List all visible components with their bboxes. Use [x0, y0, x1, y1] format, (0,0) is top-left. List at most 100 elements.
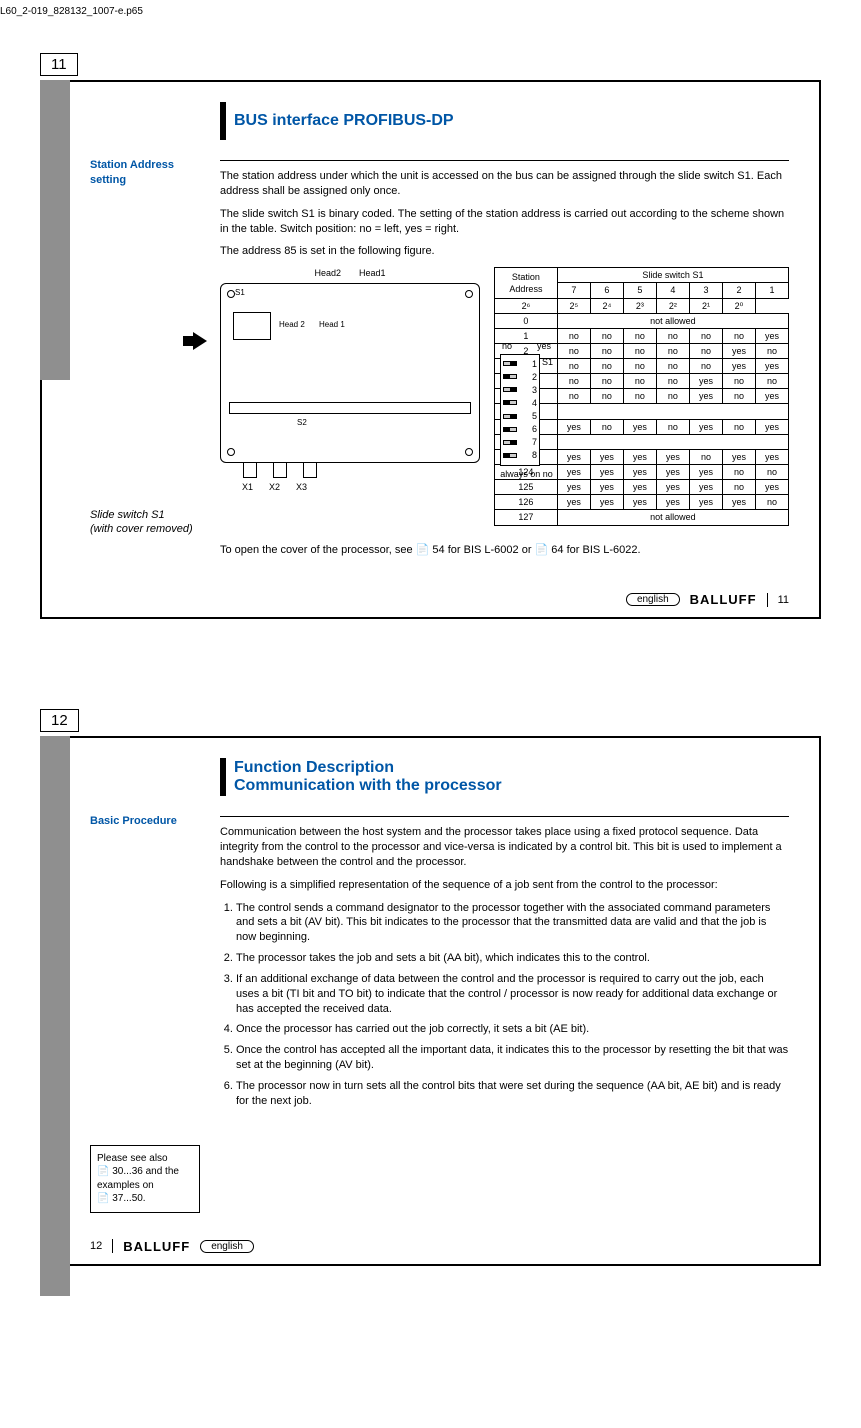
table-cell: yes — [656, 465, 689, 480]
connector-icon — [303, 462, 317, 478]
table-cell: yes — [656, 449, 689, 464]
body-text: Communication between the host system an… — [220, 814, 789, 1115]
table-cell: no — [623, 328, 656, 343]
paragraph: The address 85 is set in the following f… — [220, 244, 789, 259]
table-cell: no — [557, 343, 590, 358]
table-cell: no — [656, 374, 689, 389]
table-cell: no — [755, 343, 788, 358]
table-cell: no — [755, 374, 788, 389]
connector-icon — [243, 462, 257, 478]
list-item: The control sends a command designator t… — [236, 901, 789, 946]
table-cell: no — [656, 419, 689, 434]
table-cell: no — [623, 359, 656, 374]
page-footer: english BALLUFF 11 — [42, 586, 819, 617]
table-cell: no — [623, 374, 656, 389]
table-cell: no — [623, 389, 656, 404]
table-cell: no — [722, 389, 755, 404]
page-title: Function Description — [234, 759, 502, 777]
figure-caption: Slide switch S1 (with cover removed) — [90, 508, 220, 538]
connector-label: X1 — [242, 481, 253, 493]
table-cell: yes — [689, 374, 722, 389]
list-item: The processor now in turn sets all the c… — [236, 1079, 789, 1109]
screw-icon — [227, 448, 235, 456]
list-item: Once the control has accepted all the im… — [236, 1043, 789, 1073]
see-also-note: Please see also 📄 30...36 and the exampl… — [90, 1145, 200, 1213]
paragraph: The station address under which the unit… — [220, 169, 789, 199]
page-subtitle: Communication with the processor — [234, 777, 502, 795]
table-cell: yes — [557, 419, 590, 434]
footer-page-num: 12 — [90, 1240, 102, 1252]
table-header: 5 — [623, 283, 656, 298]
screw-icon — [465, 290, 473, 298]
table-cell: no — [656, 389, 689, 404]
fig-label: S1 — [235, 288, 245, 299]
connector-label: X2 — [269, 481, 280, 493]
table-header: 2⁰ — [722, 298, 755, 313]
table-header: 2¹ — [689, 298, 722, 313]
table-cell: no — [722, 480, 755, 495]
section-side-label: Basic Procedure — [90, 814, 220, 1115]
table-cell: yes — [689, 389, 722, 404]
table-cell: yes — [689, 465, 722, 480]
table-cell: no — [590, 374, 623, 389]
list-item: The processor takes the job and sets a b… — [236, 951, 789, 966]
table-cell: yes — [590, 480, 623, 495]
page-12: Function Description Communication with … — [40, 736, 821, 1266]
table-cell: 125 — [495, 480, 558, 495]
page-number-tab: 12 — [40, 709, 79, 732]
table-cell: no — [722, 374, 755, 389]
note-text: To open the cover of the processor, see … — [220, 543, 789, 558]
table-cell: yes — [689, 419, 722, 434]
table-header: 3 — [689, 283, 722, 298]
table-header: Station Address — [495, 268, 558, 298]
fig-label: Head1 — [359, 267, 386, 279]
table-cell: no — [590, 359, 623, 374]
body-text: The station address under which the unit… — [220, 158, 789, 526]
table-cell: not allowed — [557, 313, 788, 328]
table-header: 1 — [755, 283, 788, 298]
table-cell: 0 — [495, 313, 558, 328]
table-cell: no — [557, 359, 590, 374]
table-cell: yes — [557, 465, 590, 480]
table-header: 6 — [590, 283, 623, 298]
table-cell: yes — [755, 389, 788, 404]
table-header: 2³ — [623, 298, 656, 313]
footer-page-num: 11 — [778, 594, 789, 606]
table-cell: yes — [689, 480, 722, 495]
table-cell: no — [623, 343, 656, 358]
paragraph: Communication between the host system an… — [220, 825, 789, 870]
paragraph: The slide switch S1 is binary coded. The… — [220, 207, 789, 237]
table-cell: yes — [623, 480, 656, 495]
connector-icon — [273, 462, 287, 478]
screw-icon — [227, 290, 235, 298]
arrow-icon — [193, 332, 207, 350]
switch-block-icon — [233, 312, 271, 340]
list-item: If an additional exchange of data betwee… — [236, 972, 789, 1017]
table-cell: no — [722, 419, 755, 434]
table-header: 4 — [656, 283, 689, 298]
table-cell: yes — [590, 449, 623, 464]
page-number-tab: 11 — [40, 53, 78, 76]
table-cell: no — [557, 328, 590, 343]
side-stripe — [40, 80, 70, 380]
table-cell: no — [722, 328, 755, 343]
table-cell: no — [590, 343, 623, 358]
section-title-row: Function Description Communication with … — [220, 758, 789, 796]
table-cell: yes — [755, 449, 788, 464]
title-bar-icon — [220, 758, 226, 796]
table-cell: no — [656, 343, 689, 358]
fig-label: Head 1 — [319, 320, 345, 331]
table-cell: no — [689, 343, 722, 358]
procedure-steps: The control sends a command designator t… — [220, 901, 789, 1109]
divider-icon — [112, 1239, 113, 1253]
table-header: 2² — [656, 298, 689, 313]
device-figure: Head2 Head1 S1 Head 2 Head 1 — [220, 267, 480, 525]
list-item: Once the processor has carried out the j… — [236, 1022, 789, 1037]
table-cell: no — [557, 374, 590, 389]
language-pill: english — [200, 1240, 254, 1253]
table-cell: no — [755, 465, 788, 480]
table-cell: yes — [623, 465, 656, 480]
dip-always-label: always on no — [500, 468, 553, 480]
brand-logo: BALLUFF — [123, 1239, 190, 1254]
terminal-strip-icon — [229, 402, 471, 414]
